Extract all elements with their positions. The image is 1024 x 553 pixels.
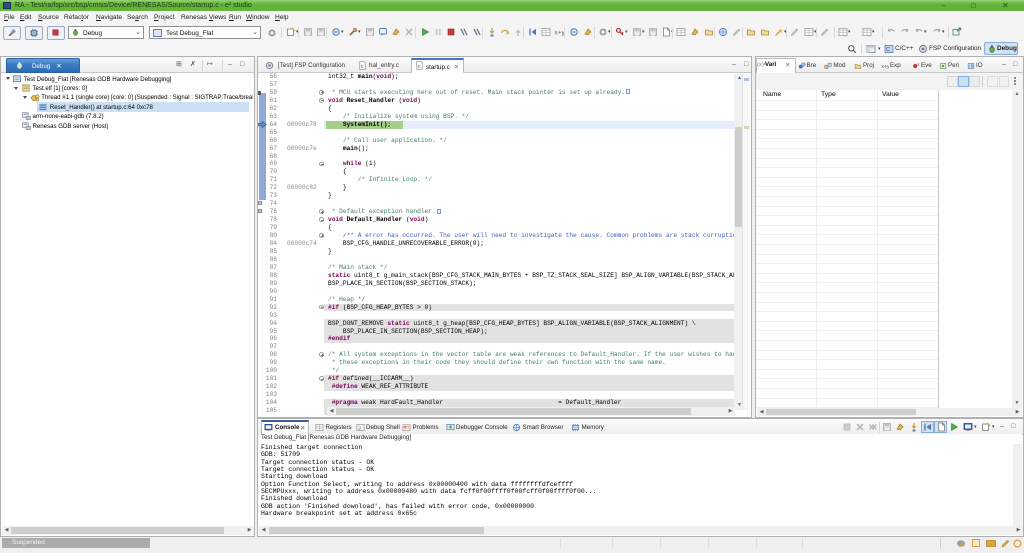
svg-text:x+y: x+y bbox=[555, 30, 565, 37]
svg-text:c: c bbox=[361, 64, 364, 70]
svg-text:J: J bbox=[357, 425, 360, 431]
svg-text:C: C bbox=[886, 47, 890, 53]
svg-text:c: c bbox=[418, 64, 421, 70]
